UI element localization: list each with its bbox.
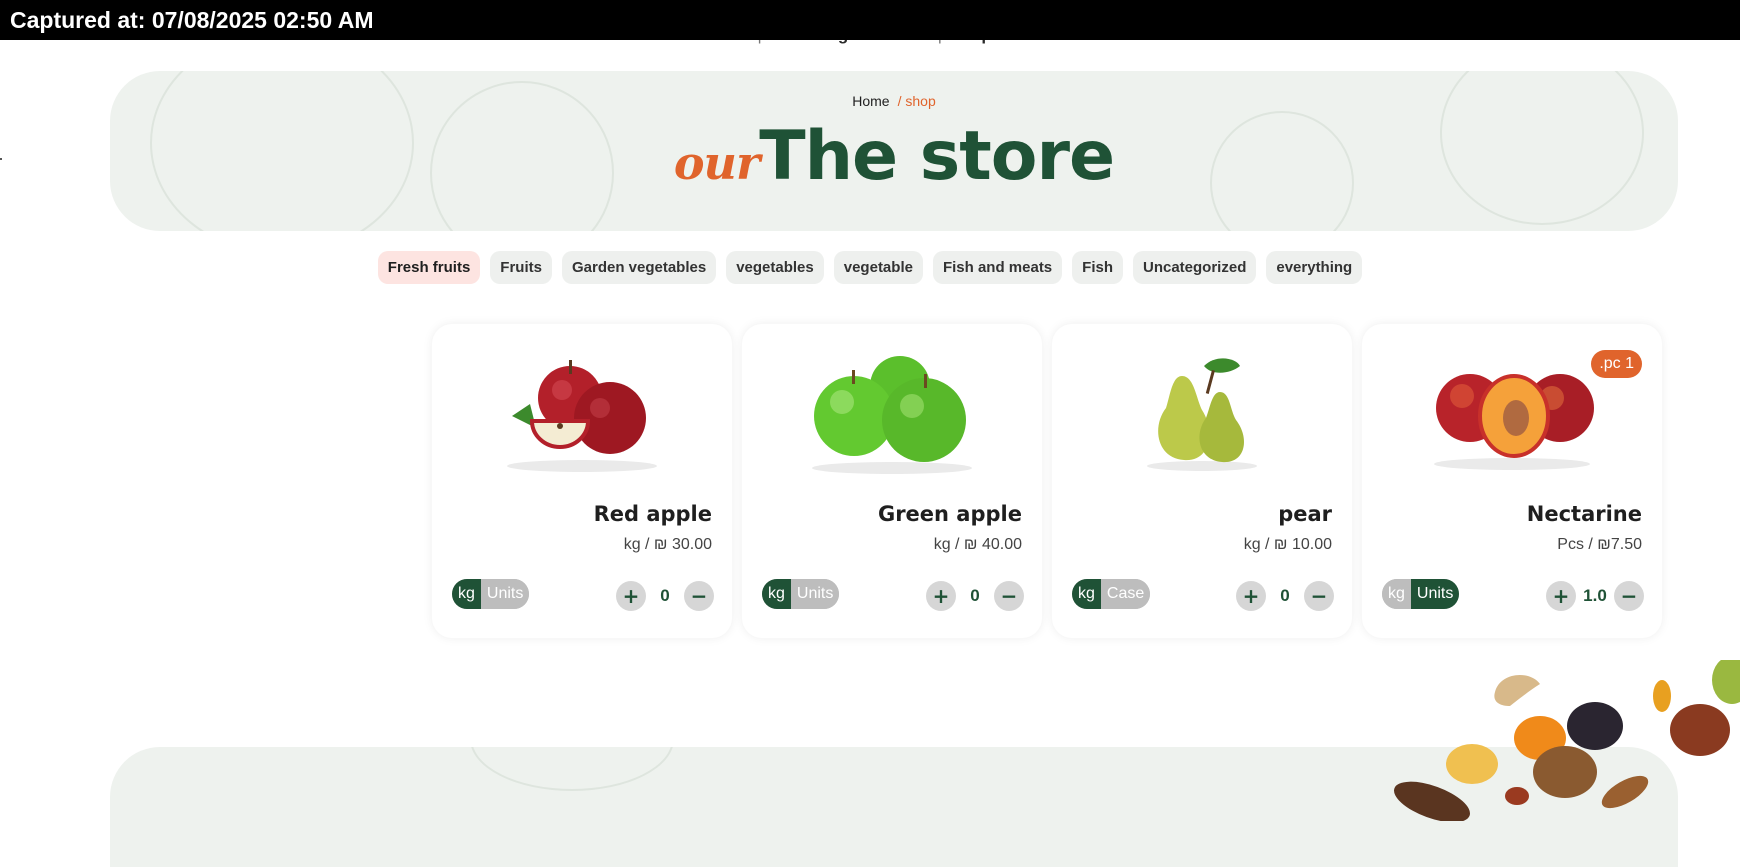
increase-button[interactable]: + <box>1236 581 1266 611</box>
unit-toggle: kg Case <box>1072 579 1151 609</box>
category-uncategorized[interactable]: Uncategorized <box>1133 251 1257 284</box>
decrease-button[interactable]: − <box>994 581 1024 611</box>
category-filter: Fresh fruits Fruits Garden vegetables ve… <box>0 251 1740 284</box>
nectarine-image <box>1434 374 1594 470</box>
unit-option-kg[interactable]: kg <box>762 579 791 609</box>
product-card[interactable]: Green apple kg / ₪ 40.00 kg Units + 0 − <box>742 324 1042 638</box>
product-price: kg / ₪ 10.00 <box>1243 536 1332 553</box>
breadcrumb-home[interactable]: Home <box>852 93 889 109</box>
unit-option-kg[interactable]: kg <box>452 579 481 609</box>
product-card[interactable]: .pc 1 Nectarine Pcs / ₪7.50 kg Units + 1… <box>1362 324 1662 638</box>
dried-fruits-nuts-image <box>1394 660 1740 821</box>
category-fish[interactable]: Fish <box>1072 251 1123 284</box>
product-price: kg / ₪ 40.00 <box>933 536 1022 553</box>
decrease-button[interactable]: − <box>1614 581 1644 611</box>
title-script: our <box>673 136 760 190</box>
title-main: The store <box>759 117 1115 196</box>
category-fresh-fruits[interactable]: Fresh fruits <box>377 251 481 284</box>
unit-toggle: kg Units <box>1382 579 1460 609</box>
breadcrumb: Home / shop <box>110 93 1678 109</box>
increase-button[interactable]: + <box>1546 581 1576 611</box>
unit-option-units[interactable]: Units <box>480 579 530 609</box>
quantity-stepper: + 0 − <box>1236 581 1334 611</box>
category-fish-and-meats[interactable]: Fish and meats <box>932 251 1063 284</box>
capture-timestamp: Captured at: 07/08/2025 02:50 AM <box>0 0 1740 40</box>
product-price: Pcs / ₪7.50 <box>1557 536 1642 553</box>
product-grid: Red apple kg / ₪ 30.00 kg Units + 0 − Gr… <box>432 324 1662 638</box>
product-name[interactable]: Green apple <box>878 502 1022 526</box>
decrease-button[interactable]: − <box>1304 581 1334 611</box>
unit-toggle: kg Units <box>762 579 840 609</box>
category-vegetable[interactable]: vegetable <box>833 251 923 284</box>
product-card[interactable]: Red apple kg / ₪ 30.00 kg Units + 0 − <box>432 324 732 638</box>
quantity-stepper: + 1.0 − <box>1546 581 1644 611</box>
unit-option-kg[interactable]: kg <box>1072 579 1101 609</box>
product-name[interactable]: Red apple <box>594 502 712 526</box>
quantity-value: 0 <box>1280 586 1290 605</box>
unit-option-units[interactable]: Units <box>1410 579 1460 609</box>
unit-toggle: kg Units <box>452 579 530 609</box>
product-price: kg / ₪ 30.00 <box>623 536 712 553</box>
decor-circle <box>470 747 674 791</box>
pear-image <box>1147 358 1257 471</box>
product-name[interactable]: pear <box>1278 502 1332 526</box>
quantity-value: 1.0 <box>1583 586 1607 605</box>
stray-mark <box>0 158 2 160</box>
category-everything[interactable]: everything <box>1266 251 1363 284</box>
category-vegetables[interactable]: vegetables <box>726 251 824 284</box>
unit-option-kg[interactable]: kg <box>1382 579 1411 609</box>
category-fruits[interactable]: Fruits <box>490 251 552 284</box>
product-card[interactable]: pear kg / ₪ 10.00 kg Case + 0 − <box>1052 324 1352 638</box>
hero-banner: Home / shop ourThe store <box>110 71 1678 231</box>
quantity-stepper: + 0 − <box>616 581 714 611</box>
quantity-value: 0 <box>970 586 980 605</box>
breadcrumb-current: / shop <box>897 93 936 109</box>
page-title: ourThe store <box>110 123 1678 191</box>
quantity-value: 0 <box>660 586 670 605</box>
unit-option-case[interactable]: Case <box>1100 579 1151 609</box>
red-apple-image <box>507 360 657 472</box>
decrease-button[interactable]: − <box>684 581 714 611</box>
category-garden-vegetables[interactable]: Garden vegetables <box>561 251 717 284</box>
increase-button[interactable]: + <box>616 581 646 611</box>
green-apple-image <box>812 356 972 474</box>
unit-option-units[interactable]: Units <box>790 579 840 609</box>
quantity-stepper: + 0 − <box>926 581 1024 611</box>
product-name[interactable]: Nectarine <box>1527 502 1642 526</box>
increase-button[interactable]: + <box>926 581 956 611</box>
